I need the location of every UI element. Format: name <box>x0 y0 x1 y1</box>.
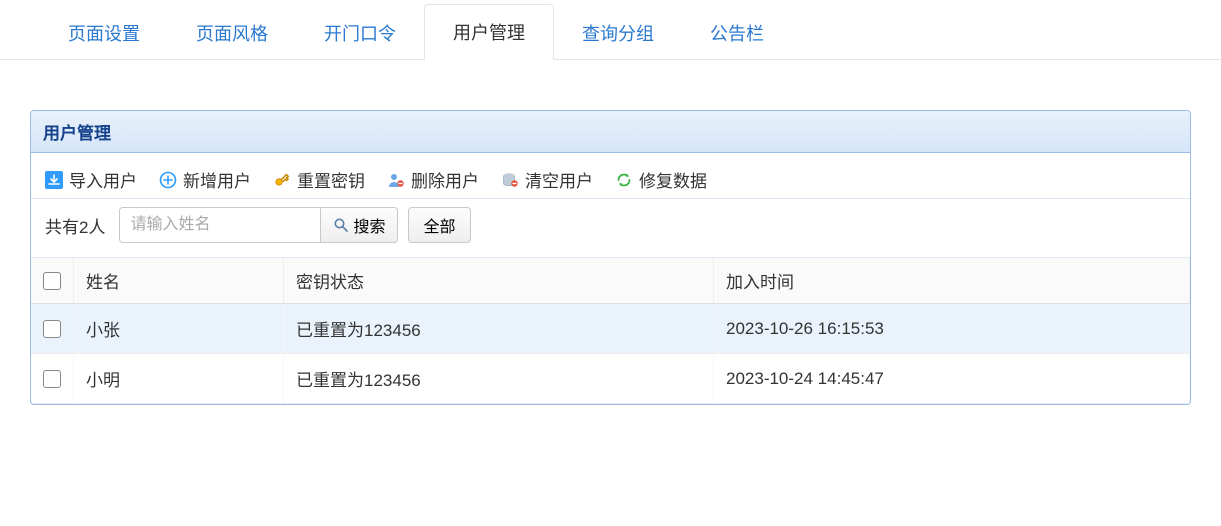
tab-query-group[interactable]: 查询分组 <box>554 6 682 60</box>
clear-users-label: 清空用户 <box>525 167 593 192</box>
table-row[interactable]: 小张 已重置为123456 2023-10-26 16:15:53 <box>31 304 1190 354</box>
tab-user-management[interactable]: 用户管理 <box>424 4 554 60</box>
user-management-panel: 用户管理 导入用户 新增用户 重置密钥 删除用户 <box>30 110 1191 405</box>
cell-join-time: 2023-10-26 16:15:53 <box>714 304 1190 354</box>
show-all-button[interactable]: 全部 <box>408 207 470 243</box>
users-table: 姓名 密钥状态 加入时间 小张 已重置为123456 2023-10-26 16… <box>31 258 1190 404</box>
cell-join-time: 2023-10-24 14:45:47 <box>714 354 1190 404</box>
cell-name: 小明 <box>74 354 284 404</box>
user-count-text: 共有2人 <box>45 213 105 238</box>
tab-page-style[interactable]: 页面风格 <box>168 6 296 60</box>
search-input[interactable] <box>120 208 320 242</box>
user-delete-icon <box>387 171 405 189</box>
refresh-icon <box>615 171 633 189</box>
top-nav: 页面设置 页面风格 开门口令 用户管理 查询分组 公告栏 <box>0 0 1221 60</box>
reset-key-label: 重置密钥 <box>297 167 365 192</box>
search-group: 搜索 <box>119 207 398 243</box>
column-header-join-time[interactable]: 加入时间 <box>714 258 1190 304</box>
tab-bulletin[interactable]: 公告栏 <box>682 6 792 60</box>
table-row[interactable]: 小明 已重置为123456 2023-10-24 14:45:47 <box>31 354 1190 404</box>
import-users-label: 导入用户 <box>69 167 137 192</box>
magnifier-icon <box>333 217 349 233</box>
toolbar: 导入用户 新增用户 重置密钥 删除用户 清空用户 <box>31 153 1190 199</box>
filter-bar: 共有2人 搜索 全部 <box>31 199 1190 258</box>
search-button-label: 搜索 <box>353 213 385 237</box>
cell-name: 小张 <box>74 304 284 354</box>
panel-title: 用户管理 <box>31 111 1190 153</box>
key-icon <box>273 171 291 189</box>
repair-data-label: 修复数据 <box>639 167 707 192</box>
clear-users-button[interactable]: 清空用户 <box>501 167 593 192</box>
tab-open-password[interactable]: 开门口令 <box>296 6 424 60</box>
plus-circle-icon <box>159 171 177 189</box>
row-checkbox[interactable] <box>43 370 61 388</box>
column-header-name[interactable]: 姓名 <box>74 258 284 304</box>
row-checkbox[interactable] <box>43 320 61 338</box>
search-button[interactable]: 搜索 <box>320 208 397 242</box>
repair-data-button[interactable]: 修复数据 <box>615 167 707 192</box>
select-all-checkbox[interactable] <box>43 272 61 290</box>
database-clear-icon <box>501 171 519 189</box>
add-user-label: 新增用户 <box>183 167 251 192</box>
table-header-row: 姓名 密钥状态 加入时间 <box>31 258 1190 304</box>
select-all-header <box>31 258 74 304</box>
reset-key-button[interactable]: 重置密钥 <box>273 167 365 192</box>
column-header-key-status[interactable]: 密钥状态 <box>284 258 714 304</box>
delete-user-label: 删除用户 <box>411 167 479 192</box>
cell-key-status: 已重置为123456 <box>284 304 714 354</box>
tab-page-settings[interactable]: 页面设置 <box>40 6 168 60</box>
cell-key-status: 已重置为123456 <box>284 354 714 404</box>
add-user-button[interactable]: 新增用户 <box>159 167 251 192</box>
import-icon <box>45 171 63 189</box>
delete-user-button[interactable]: 删除用户 <box>387 167 479 192</box>
import-users-button[interactable]: 导入用户 <box>45 167 137 192</box>
